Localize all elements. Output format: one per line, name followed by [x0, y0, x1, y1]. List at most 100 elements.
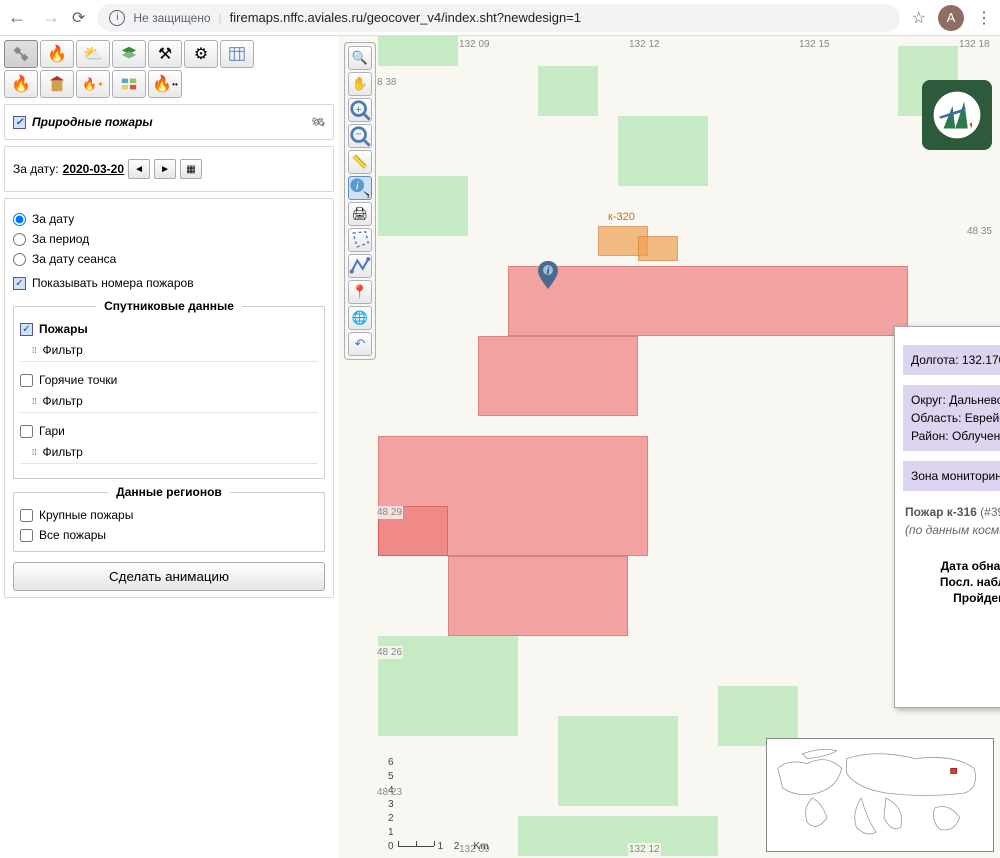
info-tool[interactable]: i	[348, 176, 372, 200]
fire-tab[interactable]: 🔥	[40, 40, 74, 68]
info-popup: ✕ ▴ ▾ Долгота: 132.1708° Широта: 48.5776…	[894, 326, 1000, 708]
date-next-button[interactable]: ►	[154, 159, 176, 179]
minimap[interactable]	[766, 738, 994, 852]
lat-tick: 48 26	[376, 646, 403, 659]
date-calendar-button[interactable]: ▦	[180, 159, 202, 179]
lon-value: 132.1708°	[962, 353, 1000, 367]
date-mode-radios: За дату За период За дату сеанса	[13, 205, 325, 273]
panel-checkbox[interactable]: ✓	[13, 116, 26, 129]
all-fires-label: Все пожары	[39, 528, 106, 542]
okrug-label: Округ:	[911, 393, 946, 407]
divider: |	[219, 11, 222, 25]
settings-tab[interactable]: ⚙	[184, 40, 218, 68]
fire-explosion-btn[interactable]: 🔥✦	[76, 70, 110, 98]
radio-by-date-label: За дату	[32, 212, 74, 226]
browser-bar: ← → ⟳ i Не защищено | firemaps.nffc.avia…	[0, 0, 1000, 36]
reload-button[interactable]: ⟳	[72, 8, 85, 28]
forward-button[interactable]: →	[42, 7, 60, 28]
show-numbers-label: Показывать номера пожаров	[32, 276, 194, 290]
globe-tool[interactable]: 🌐	[348, 306, 372, 330]
bookmark-star-icon[interactable]: ☆	[912, 8, 926, 28]
map-scale: 6 5 4 3 2 1 0 1 2 Km	[388, 757, 488, 852]
scale-unit: Km	[473, 841, 488, 852]
url-bar[interactable]: i Не защищено | firemaps.nffc.aviales.ru…	[97, 4, 899, 32]
date-label: За дату:	[13, 162, 59, 176]
zoom-in-tool[interactable]: +	[348, 98, 372, 122]
single-fire-btn[interactable]: 🔥	[4, 70, 38, 98]
filter-panel: За дату За период За дату сеанса ✓ Показы…	[4, 198, 334, 598]
filter-label-2: Фильтр	[42, 394, 82, 408]
fires-label: Пожары	[39, 322, 88, 336]
lon-tick: 132 15	[798, 38, 831, 51]
building-btn[interactable]	[40, 70, 74, 98]
lasso-tool[interactable]	[348, 228, 372, 252]
radio-by-session[interactable]	[13, 253, 26, 266]
map-pin-icon: i	[538, 261, 558, 289]
radio-by-period-label: За период	[32, 232, 89, 246]
scale-tick: 2	[454, 841, 460, 852]
nav-arrows: ← →	[8, 7, 60, 28]
tools-tab[interactable]: ⚒	[148, 40, 182, 68]
admin-block: Округ: Дальневосточный ФО Область: Еврей…	[903, 385, 1000, 451]
burns-checkbox[interactable]	[20, 425, 33, 438]
back-button[interactable]: ←	[8, 7, 26, 28]
lat-tick: 8 38	[376, 76, 397, 89]
radio-by-date[interactable]	[13, 213, 26, 226]
polyline-tool[interactable]	[348, 254, 372, 278]
hotspots-checkbox[interactable]	[20, 374, 33, 387]
make-animation-button[interactable]: Сделать анимацию	[13, 562, 325, 591]
calendar-tab[interactable]	[220, 40, 254, 68]
undo-tool[interactable]: ↶	[348, 332, 372, 356]
fires-filter[interactable]: ⁞⁞Фильтр	[20, 339, 318, 362]
pan-tool[interactable]: ✋	[348, 72, 372, 96]
large-fires-checkbox[interactable]	[20, 509, 33, 522]
satellite-tab[interactable]	[4, 40, 38, 68]
fire-info: Пожар к-316 (#39644) ( карточка пожара )…	[903, 501, 1000, 611]
satellite-icon[interactable]: 🛰	[310, 115, 325, 129]
date-prev-button[interactable]: ◄	[128, 159, 150, 179]
raion-value: Облученский	[952, 429, 1000, 443]
scale-tick: 2	[388, 813, 394, 827]
fire-dots-btn[interactable]: 🔥••	[148, 70, 182, 98]
measure-tool[interactable]: 📏	[348, 150, 372, 174]
large-fires-label: Крупные пожары	[39, 508, 133, 522]
fire-name: Пожар к-316	[905, 505, 977, 519]
lon-tick: 132 12	[628, 38, 661, 51]
avatar[interactable]: A	[938, 5, 964, 31]
oblast-value: Еврейская а.обл.	[965, 411, 1000, 425]
fires-panel: ✓ Природные пожары 🛰	[4, 104, 334, 140]
satellite-legend: Спутниковые данные	[96, 299, 242, 313]
zoom-extent-tool[interactable]: 🔍	[348, 46, 372, 70]
map-area[interactable]: 132 09 132 12 132 15 132 18 132 09 132 1…	[338, 36, 1000, 858]
scale-tick: 0	[388, 841, 394, 852]
zoom-out-tool[interactable]: −	[348, 124, 372, 148]
lat-tick: 48 29	[376, 506, 403, 519]
sub-toolbar: 🔥 🔥✦ 🔥••	[4, 70, 334, 98]
fire-subtitle: (по данным космического мониторинга)	[905, 523, 1000, 537]
weather-tab[interactable]: ⛅	[76, 40, 110, 68]
menu-dots-icon[interactable]: ⋮	[976, 8, 992, 28]
print-tool[interactable]: 🖨	[348, 202, 372, 226]
hotspots-filter[interactable]: ⁞⁞Фильтр	[20, 390, 318, 413]
burns-filter[interactable]: ⁞⁞Фильтр	[20, 441, 318, 464]
date-value[interactable]: 2020-03-20	[63, 162, 124, 176]
info-icon[interactable]: i	[109, 10, 125, 26]
last-label: Посл. наблюдение:	[905, 575, 1000, 589]
scale-tick: 4	[388, 785, 394, 799]
lat-tick: 48 35	[967, 226, 992, 237]
pin-tool[interactable]: 📍	[348, 280, 372, 304]
color-blocks-btn[interactable]	[112, 70, 146, 98]
show-numbers-checkbox[interactable]: ✓	[13, 277, 26, 290]
radio-by-period[interactable]	[13, 233, 26, 246]
fires-checkbox[interactable]: ✓	[20, 323, 33, 336]
regions-legend: Данные регионов	[108, 485, 230, 499]
all-fires-checkbox[interactable]	[20, 529, 33, 542]
date-row: За дату: 2020-03-20 ◄ ► ▦	[13, 153, 325, 185]
k320-label: к-320	[608, 211, 635, 223]
scale-tick: 3	[388, 799, 394, 813]
layers-tab[interactable]	[112, 40, 146, 68]
scale-tick: 5	[388, 771, 394, 785]
zone-label: Зона мониторинга:	[911, 469, 1000, 483]
zone-block: Зона мониторинга: Зона лесоавиационных р…	[903, 461, 1000, 491]
svg-text:−: −	[355, 128, 361, 140]
